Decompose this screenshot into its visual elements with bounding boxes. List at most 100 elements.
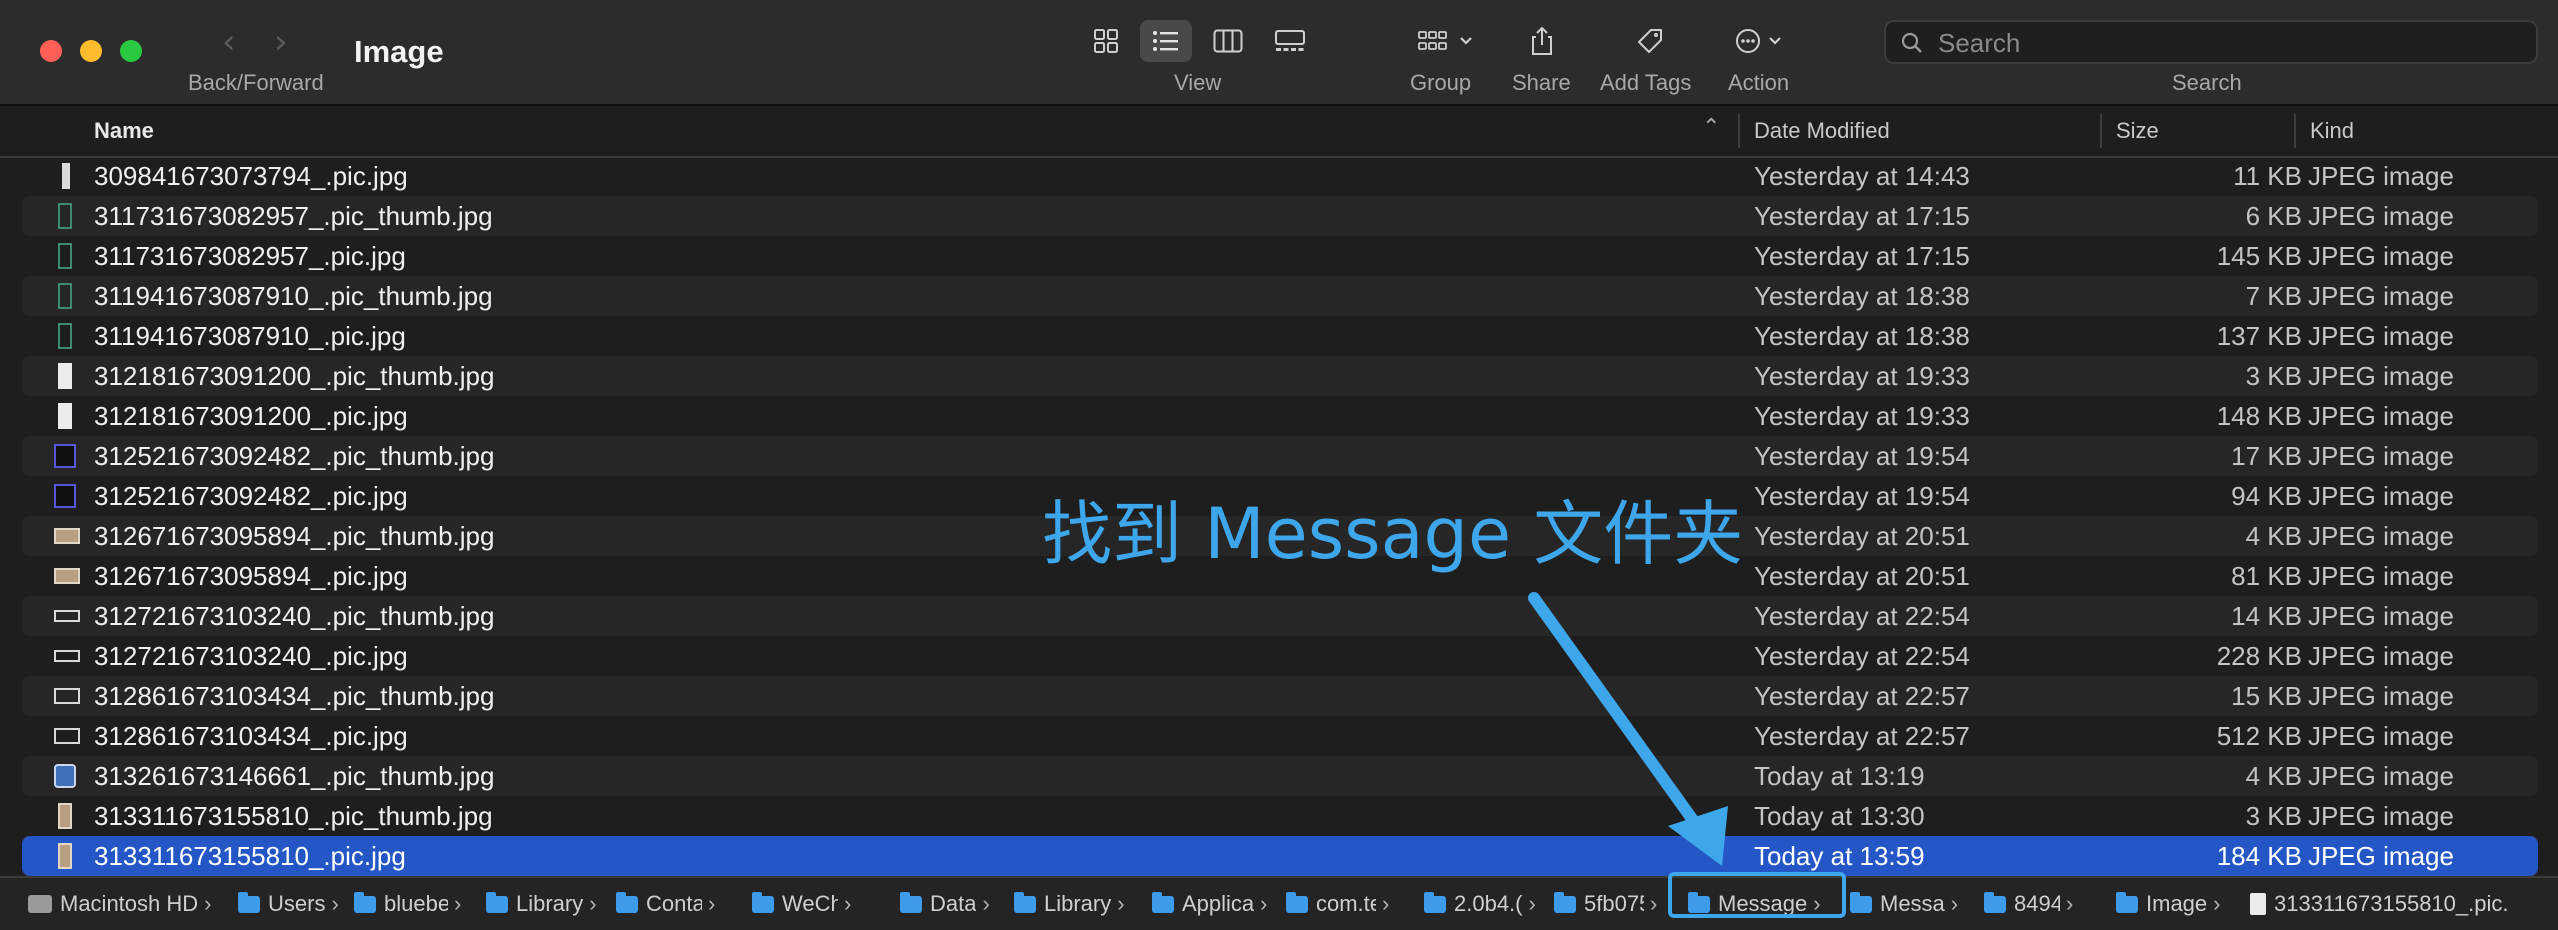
share-button[interactable] (1524, 20, 1560, 62)
file-kind: JPEG image (2308, 681, 2454, 711)
path-item-users[interactable]: Users › (238, 890, 339, 918)
table-row[interactable]: 311941673087910_.pic.jpg Yesterday at 18:… (22, 316, 2538, 356)
file-size: 184 KB (2216, 841, 2302, 871)
hard-drive-icon (28, 895, 52, 913)
columns-icon (1213, 29, 1243, 53)
icon-view-button[interactable] (1080, 20, 1132, 62)
back-forward-label: Back/Forward (188, 70, 324, 95)
chevron-right-icon: › (204, 891, 212, 916)
table-row[interactable]: 313311673155810_.pic_thumb.jpg Today at 1… (22, 796, 2538, 836)
gallery-view-button[interactable] (1264, 20, 1316, 62)
path-item-2-0b4[interactable]: 2.0b4.(› (1424, 890, 1536, 918)
size-column-header[interactable]: Size (2116, 118, 2159, 144)
path-bar: Macintosh HD›Users›bluebe›Library›Contai… (0, 876, 2558, 930)
path-item-label: com.te (1316, 891, 1376, 916)
path-item-data[interactable]: Data › (900, 890, 990, 918)
list-view-button[interactable] (1140, 20, 1192, 62)
file-size: 4 KB (2245, 521, 2302, 551)
jpeg-thumbnail-icon (54, 484, 76, 508)
path-item-messa[interactable]: Messa › (1850, 890, 1958, 918)
chevron-right-icon: › (1382, 891, 1390, 916)
folder-icon (238, 891, 260, 913)
path-item-bluebe[interactable]: bluebe › (354, 890, 461, 918)
date-modified-column-header[interactable]: Date Modified (1754, 118, 1890, 144)
table-row[interactable]: 312181673091200_.pic.jpg Yesterday at 19:… (22, 396, 2538, 436)
folder-icon (1850, 891, 1872, 913)
zoom-window-button[interactable] (120, 40, 142, 62)
path-item-label: Users (268, 891, 326, 916)
file-kind: JPEG image (2308, 801, 2454, 831)
path-item-label: Library (1044, 891, 1112, 916)
forward-arrow-icon[interactable]: › (274, 22, 288, 62)
folder-icon (2116, 891, 2138, 913)
path-item-applica[interactable]: Applica › (1152, 890, 1267, 918)
kind-column-header[interactable]: Kind (2310, 118, 2354, 144)
column-divider[interactable] (2100, 114, 2102, 148)
file-name: 311941673087910_.pic.jpg (94, 321, 406, 351)
table-row[interactable]: 312861673103434_.pic_thumb.jpg Yesterday … (22, 676, 2538, 716)
path-item-contai[interactable]: Contai› (616, 890, 715, 918)
file-name: 312671673095894_.pic_thumb.jpg (94, 521, 495, 551)
date-modified: Today at 13:59 (1754, 841, 1925, 871)
view-label: View (1174, 70, 1222, 95)
search-input[interactable] (1936, 26, 2520, 60)
table-row[interactable]: 312181673091200_.pic_thumb.jpg Yesterday … (22, 356, 2538, 396)
table-row[interactable]: 312861673103434_.pic.jpg Yesterday at 22:… (22, 716, 2538, 756)
folder-icon (1984, 891, 2006, 913)
path-item-wecha[interactable]: WeCha› (752, 890, 851, 918)
table-row[interactable]: 313261673146661_.pic_thumb.jpg Today at 1… (22, 756, 2538, 796)
file-kind: JPEG image (2308, 481, 2454, 511)
path-item-macintosh-hd[interactable]: Macintosh HD › (28, 890, 211, 918)
path-item-label: 313311673155810_.pic. (2274, 891, 2509, 916)
folder-icon (616, 891, 638, 913)
file-name: 312721673103240_.pic.jpg (94, 641, 408, 671)
table-row[interactable]: 312721673103240_.pic.jpg Yesterday at 22:… (22, 636, 2538, 676)
path-item-library[interactable]: Library › (486, 890, 597, 918)
file-size: 17 KB (2231, 441, 2302, 471)
jpeg-thumbnail-icon (58, 843, 72, 869)
path-item-label: Messa (1880, 891, 1945, 916)
table-row[interactable]: 312521673092482_.pic_thumb.jpg Yesterday … (22, 436, 2538, 476)
table-row[interactable]: 311731673082957_.pic.jpg Yesterday at 17:… (22, 236, 2538, 276)
column-divider[interactable] (1738, 114, 1740, 148)
close-window-button[interactable] (40, 40, 62, 62)
add-tags-button[interactable] (1632, 20, 1668, 62)
sort-ascending-chevron-icon[interactable]: ⌃ (1702, 114, 1720, 140)
table-row[interactable]: 311941673087910_.pic_thumb.jpg Yesterday … (22, 276, 2538, 316)
search-field[interactable] (1884, 20, 2538, 64)
path-item-label: 2.0b4.( (1454, 891, 1523, 916)
path-item-com-te[interactable]: com.te › (1286, 890, 1389, 918)
path-item-84943[interactable]: 84943› (1984, 890, 2073, 918)
table-row-selected[interactable]: 313311673155810_.pic.jpg Today at 13:59 18… (22, 836, 2538, 876)
path-item-label: Data (930, 891, 977, 916)
path-item-library[interactable]: Library › (1014, 890, 1125, 918)
table-row[interactable]: 312721673103240_.pic_thumb.jpg Yesterday … (22, 596, 2538, 636)
minimize-window-button[interactable] (80, 40, 102, 62)
file-size: 4 KB (2245, 761, 2302, 791)
path-item-image[interactable]: Image › (2116, 890, 2220, 918)
column-divider[interactable] (2294, 114, 2296, 148)
file-size: 15 KB (2231, 681, 2302, 711)
file-name: 312861673103434_.pic.jpg (94, 721, 408, 751)
window-title: Image (354, 34, 444, 69)
table-row[interactable]: 309841673073794_.pic.jpg Yesterday at 14:… (22, 156, 2538, 196)
file-name: 312521673092482_.pic_thumb.jpg (94, 441, 495, 471)
path-item-313311673155810-pic[interactable]: 313311673155810_.pic. (2250, 890, 2508, 918)
date-modified: Yesterday at 17:15 (1754, 201, 1970, 231)
file-kind: JPEG image (2308, 761, 2454, 791)
back-arrow-icon[interactable]: ‹ (222, 22, 236, 62)
path-item-5fb075[interactable]: 5fb075› (1554, 890, 1657, 918)
column-view-button[interactable] (1202, 20, 1254, 62)
chevron-right-icon: › (982, 891, 990, 916)
chevron-right-icon: › (331, 891, 339, 916)
file-name: 312721673103240_.pic_thumb.jpg (94, 601, 495, 631)
action-button[interactable] (1732, 20, 1792, 62)
group-button[interactable] (1412, 20, 1482, 62)
app-folder-icon (752, 891, 774, 913)
path-item-label: Contai (646, 891, 702, 916)
date-modified: Yesterday at 18:38 (1754, 281, 1970, 311)
table-row[interactable]: 311731673082957_.pic_thumb.jpg Yesterday … (22, 196, 2538, 236)
name-column-header[interactable]: Name (94, 118, 154, 144)
date-modified: Yesterday at 19:33 (1754, 401, 1970, 431)
date-modified: Yesterday at 19:33 (1754, 361, 1970, 391)
